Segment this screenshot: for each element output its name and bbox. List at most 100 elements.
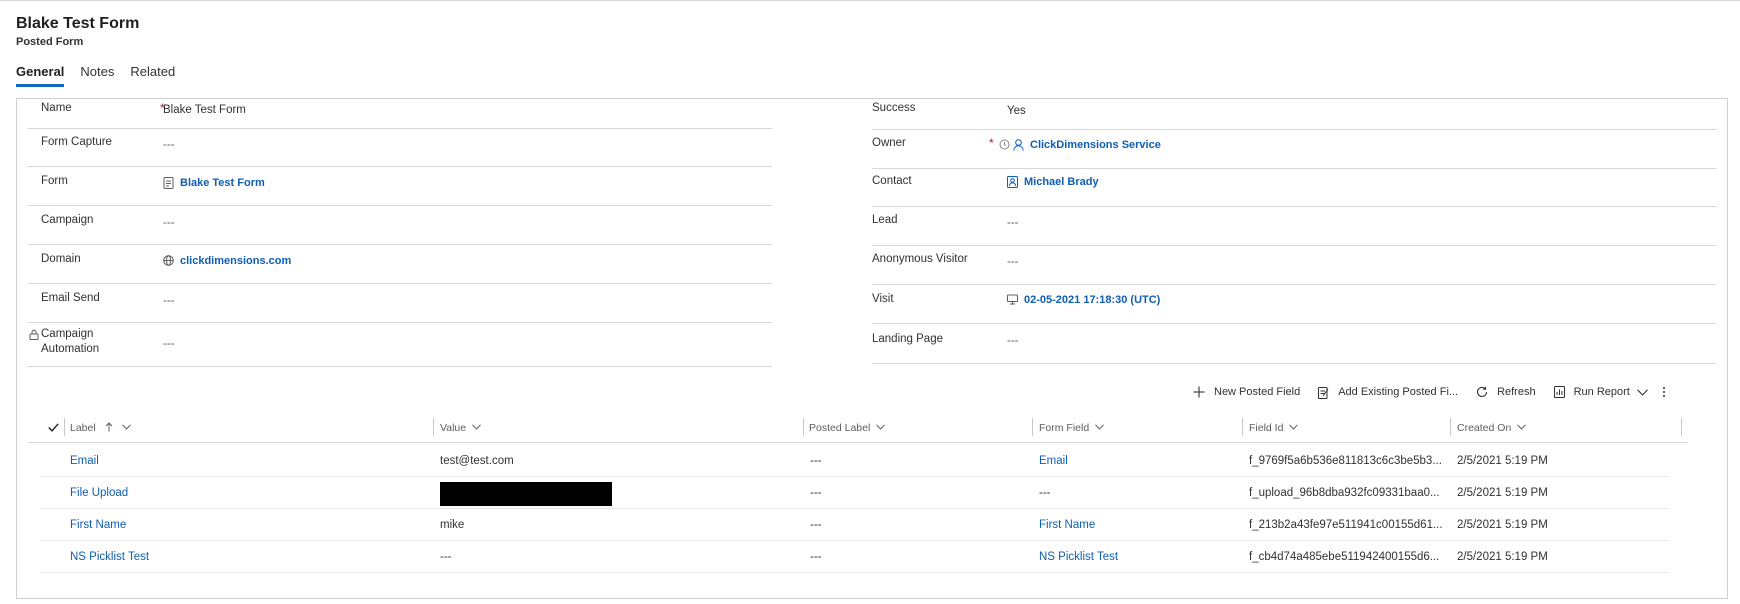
table-row[interactable]: NS Picklist Test --- --- NS Picklist Tes… [40,542,1668,573]
contact-lookup[interactable]: Michael Brady [1007,175,1099,190]
row-label-link[interactable]: File Upload [70,487,128,499]
column-header-field-id[interactable]: Field Id [1249,421,1299,434]
divider [872,363,1717,364]
form-capture-field[interactable]: --- [163,138,175,153]
field-row-domain: Domain clickdimensions.com [27,246,772,284]
field-label-campaign: Campaign [41,214,94,226]
column-header-posted-label-text: Posted Label [809,422,871,434]
field-label-campaign-automation: Campaign Automation [41,328,100,355]
row-form-field-link[interactable]: First Name [1039,519,1095,531]
chevron-down-icon [1636,388,1648,396]
row-posted-label: --- [810,455,822,467]
form-lookup[interactable]: Blake Test Form [163,176,265,191]
campaign-field[interactable]: --- [163,216,175,231]
new-posted-field-button[interactable]: New Posted Field [1193,386,1300,398]
domain-lookup[interactable]: clickdimensions.com [163,254,291,269]
select-all-checkmark-icon[interactable] [48,423,59,432]
field-row-form: Form Blake Test Form [27,168,772,206]
row-form-field-link[interactable]: NS Picklist Test [1039,551,1118,563]
row-value: --- [440,551,452,563]
form-link[interactable]: Blake Test Form [180,177,265,189]
more-commands-button[interactable] [1662,386,1666,398]
chevron-down-icon [472,421,481,433]
row-created-on: 2/5/2021 5:19 PM [1457,519,1548,531]
field-label-anonymous-visitor: Anonymous Visitor [872,253,968,265]
row-field-id: f_213b2a43fe97e511941c00155d61... [1249,519,1443,531]
table-row[interactable]: First Name mike --- First Name f_213b2a4… [40,510,1668,541]
lead-field[interactable]: --- [1007,216,1019,231]
row-label-link[interactable]: NS Picklist Test [70,551,149,563]
column-divider [1242,418,1243,436]
refresh-button[interactable]: Refresh [1476,386,1536,398]
row-form-field-link[interactable]: Email [1039,455,1068,467]
table-row[interactable]: File Upload --- --- f_upload_96b8dba932f… [40,478,1668,509]
visit-link[interactable]: 02-05-2021 17:18:30 (UTC) [1024,294,1160,306]
more-icon [1662,386,1666,398]
row-posted-label: --- [810,551,822,563]
contact-link[interactable]: Michael Brady [1024,176,1099,188]
column-divider [64,418,65,436]
field-row-landing-page: Landing Page --- [872,325,1717,363]
required-indicator: * [989,136,994,150]
field-label-name: Name [41,102,72,114]
column-divider [1032,418,1033,436]
landing-page-field[interactable]: --- [1007,334,1019,349]
new-posted-field-label: New Posted Field [1214,386,1301,398]
tab-notes[interactable]: Notes [80,64,114,87]
plus-icon [1193,386,1205,398]
field-row-email-send: Email Send --- [27,285,772,323]
domain-link[interactable]: clickdimensions.com [180,255,291,267]
lock-icon [29,329,39,340]
tab-related[interactable]: Related [130,64,175,87]
column-divider [1681,418,1682,436]
column-header-created-on[interactable]: Created On [1457,421,1527,434]
column-header-created-on-text: Created On [1457,422,1512,434]
column-header-form-field[interactable]: Form Field [1039,421,1104,434]
field-row-name: Name * Blake Test Form [27,99,772,129]
refresh-label: Refresh [1497,386,1536,398]
row-created-on: 2/5/2021 5:19 PM [1457,455,1548,467]
field-label-lead: Lead [872,214,898,226]
row-created-on: 2/5/2021 5:19 PM [1457,551,1548,563]
field-row-contact: Contact Michael Brady [872,169,1717,207]
top-divider [0,0,1740,1]
column-header-value-text: Value [440,422,467,434]
visit-lookup[interactable]: 02-05-2021 17:18:30 (UTC) [1007,293,1160,308]
person-icon [1013,139,1024,151]
name-field[interactable]: Blake Test Form [163,103,246,118]
add-existing-posted-field-label: Add Existing Posted Fi... [1338,386,1459,398]
add-existing-icon [1318,386,1329,399]
owner-link[interactable]: ClickDimensions Service [1030,139,1161,151]
field-row-lead: Lead --- [872,208,1717,246]
field-label-success: Success [872,102,916,114]
row-value: test@test.com [440,455,514,467]
table-row[interactable]: Email test@test.com --- Email f_9769f5a6… [40,446,1668,477]
success-field[interactable]: Yes [1007,104,1026,119]
field-row-campaign-automation: Campaign Automation --- [27,324,772,367]
column-header-field-id-text: Field Id [1249,422,1284,434]
owner-lookup[interactable]: ClickDimensions Service [999,138,1161,153]
chevron-down-icon [876,421,886,433]
anonymous-visitor-field[interactable]: --- [1007,255,1019,270]
form-header: Blake Test Form Posted Form [16,14,139,49]
add-existing-posted-field-button[interactable]: Add Existing Posted Fi... [1318,386,1458,399]
field-row-campaign: Campaign --- [27,207,772,245]
page-title: Blake Test Form [16,15,140,32]
field-row-form-capture: Form Capture --- [27,129,772,167]
row-label-link[interactable]: First Name [70,519,126,531]
column-divider [433,418,434,436]
column-header-form-field-text: Form Field [1039,422,1090,434]
row-label-link[interactable]: Email [70,455,99,467]
tab-general[interactable]: General [16,64,65,87]
column-divider [1450,418,1451,436]
field-label-form-capture: Form Capture [41,136,112,148]
field-row-owner: Owner * ClickDimensions Service [872,130,1717,169]
globe-icon [163,255,174,267]
column-header-label[interactable]: Label [70,421,131,435]
run-report-button[interactable]: Run Report [1553,386,1648,398]
subgrid-command-bar: New Posted Field Add Existing Posted Fi.… [1175,380,1666,404]
email-send-field[interactable]: --- [163,294,175,309]
row-field-id: f_cb4d74a485ebe511942400155d6... [1249,551,1440,563]
column-header-value[interactable]: Value [440,421,481,434]
column-header-posted-label[interactable]: Posted Label [809,421,886,434]
